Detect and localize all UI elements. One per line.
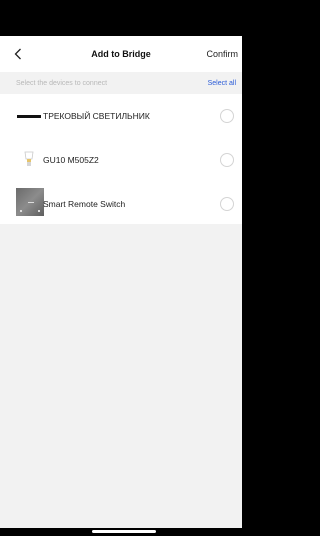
chevron-left-icon bbox=[14, 48, 21, 60]
device-name: Smart Remote Switch bbox=[43, 199, 126, 209]
device-select-radio[interactable] bbox=[220, 153, 234, 167]
remote-switch-thumbnail bbox=[16, 188, 44, 216]
bulb-icon bbox=[24, 151, 34, 166]
device-row-remote-switch[interactable]: Smart Remote Switch bbox=[0, 182, 242, 226]
back-button[interactable] bbox=[10, 45, 26, 63]
status-bar bbox=[0, 0, 242, 36]
home-indicator-bar bbox=[0, 528, 242, 536]
selection-hint: Select the devices to connect bbox=[16, 79, 108, 87]
header-bar: Add to Bridge Confirm bbox=[0, 36, 242, 72]
device-select-radio[interactable] bbox=[220, 109, 234, 123]
device-row-gu10-bulb[interactable]: GU10 M505Z2 bbox=[0, 138, 242, 182]
device-select-radio[interactable] bbox=[220, 197, 234, 211]
select-all-button[interactable]: Select all bbox=[208, 80, 236, 87]
device-list: ТРЕКОВЫЙ СВЕТИЛЬНИК GU10 M505Z2 Smart Re… bbox=[0, 94, 242, 224]
app-screen: Add to Bridge Confirm Select the devices… bbox=[0, 0, 242, 536]
home-indicator[interactable] bbox=[92, 530, 156, 533]
device-row-track-light[interactable]: ТРЕКОВЫЙ СВЕТИЛЬНИК bbox=[0, 94, 242, 138]
device-name: ТРЕКОВЫЙ СВЕТИЛЬНИК bbox=[43, 111, 150, 121]
selection-bar: Select the devices to connect Select all bbox=[0, 72, 242, 94]
device-name: GU10 M505Z2 bbox=[43, 155, 99, 165]
confirm-button[interactable]: Confirm bbox=[206, 36, 238, 72]
track-light-thumbnail bbox=[17, 115, 41, 118]
